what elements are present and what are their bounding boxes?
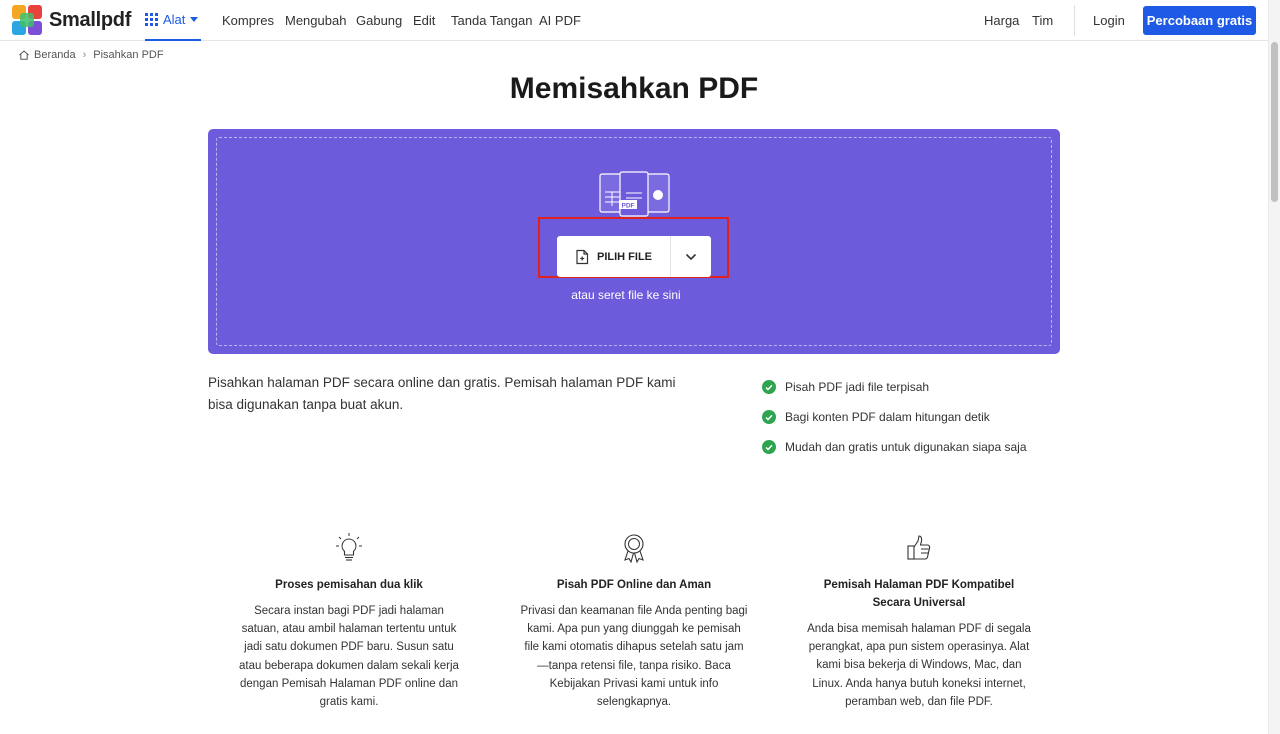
lightbulb-icon bbox=[336, 533, 362, 561]
benefit-text: Privasi dan keamanan file Anda penting b… bbox=[520, 605, 748, 709]
benefit-text: Anda bisa memisah halaman PDF di segala … bbox=[807, 623, 1031, 708]
scrollbar-thumb[interactable] bbox=[1271, 42, 1278, 202]
choose-file-button[interactable]: PILIH FILE bbox=[557, 236, 670, 277]
feature-text: Bagi konten PDF dalam hitungan detik bbox=[785, 410, 990, 424]
award-icon bbox=[624, 534, 644, 564]
breadcrumb-separator: › bbox=[82, 49, 87, 61]
choose-source-dropdown[interactable] bbox=[670, 236, 711, 277]
documents-illustration-icon: PDF bbox=[599, 171, 670, 217]
apps-grid-icon bbox=[145, 13, 158, 26]
benefit-title: Pisah PDF Online dan Aman bbox=[556, 579, 712, 591]
home-icon bbox=[19, 50, 29, 60]
smallpdf-logo[interactable]: Smallpdf bbox=[12, 5, 131, 35]
pdf-badge: PDF bbox=[622, 203, 635, 210]
chevron-down-icon bbox=[685, 253, 697, 260]
logo-icon bbox=[12, 5, 42, 35]
nav-compress[interactable]: Kompres bbox=[222, 13, 274, 28]
feature-item: Bagi konten PDF dalam hitungan detik bbox=[762, 402, 1027, 432]
benefit-column: Pemisah Halaman PDF Kompatibel Secara Un… bbox=[804, 532, 1034, 711]
nav-team[interactable]: Tim bbox=[1032, 13, 1053, 28]
feature-text: Mudah dan gratis untuk digunakan siapa s… bbox=[785, 440, 1027, 454]
breadcrumb-current: Pisahkan PDF bbox=[93, 49, 164, 61]
nav-sign[interactable]: Tanda Tangan bbox=[451, 13, 532, 28]
choose-file-label: PILIH FILE bbox=[597, 250, 652, 263]
check-circle-icon bbox=[762, 410, 776, 424]
tools-menu-label: Alat bbox=[163, 12, 186, 27]
page-title: Memisahkan PDF bbox=[509, 72, 759, 105]
nav-merge[interactable]: Gabung bbox=[356, 13, 402, 28]
nav-convert[interactable]: Mengubah bbox=[285, 13, 346, 28]
nav-edit[interactable]: Edit bbox=[413, 13, 435, 28]
nav-pricing[interactable]: Harga bbox=[984, 13, 1019, 28]
benefit-column: Pisah PDF Online dan Aman Privasi dan ke… bbox=[519, 532, 749, 711]
brand-name: Smallpdf bbox=[49, 8, 132, 31]
check-circle-icon bbox=[762, 440, 776, 454]
top-navbar: Smallpdf Alat Kompres Mengubah Gabung Ed… bbox=[0, 0, 1268, 41]
check-circle-icon bbox=[762, 380, 776, 394]
page-scrollbar[interactable] bbox=[1268, 0, 1280, 734]
file-dropzone[interactable]: PDF PILIH FILE atau seret file ke sini bbox=[208, 129, 1060, 354]
tools-menu[interactable]: Alat bbox=[145, 0, 201, 41]
feature-item: Mudah dan gratis untuk digunakan siapa s… bbox=[762, 432, 1027, 462]
breadcrumb-home[interactable]: Beranda bbox=[34, 49, 76, 61]
benefit-title: Proses pemisahan dua klik bbox=[275, 579, 423, 591]
benefit-title: Pemisah Halaman PDF Kompatibel Secara Un… bbox=[823, 579, 1015, 609]
breadcrumb: Beranda › Pisahkan PDF bbox=[18, 49, 164, 61]
feature-text: Pisah PDF jadi file terpisah bbox=[785, 380, 930, 394]
free-trial-button[interactable]: Percobaan gratis bbox=[1143, 6, 1256, 35]
caret-down-icon bbox=[190, 17, 199, 22]
benefit-text: Secara instan bagi PDF jadi halaman satu… bbox=[239, 605, 459, 709]
file-add-icon bbox=[576, 249, 589, 264]
benefit-column: Proses pemisahan dua klik Secara instan … bbox=[234, 532, 464, 711]
feature-item: Pisah PDF jadi file terpisah bbox=[762, 372, 1027, 402]
tool-description: Pisahkan halaman PDF secara online dan g… bbox=[208, 375, 676, 412]
drop-hint: atau seret file ke sini bbox=[571, 288, 681, 302]
feature-list: Pisah PDF jadi file terpisah Bagi konten… bbox=[762, 372, 1027, 462]
thumbs-up-icon bbox=[907, 535, 931, 560]
nav-divider bbox=[1074, 5, 1075, 36]
nav-ai-pdf[interactable]: AI PDF bbox=[539, 13, 581, 28]
login-link[interactable]: Login bbox=[1093, 13, 1125, 28]
